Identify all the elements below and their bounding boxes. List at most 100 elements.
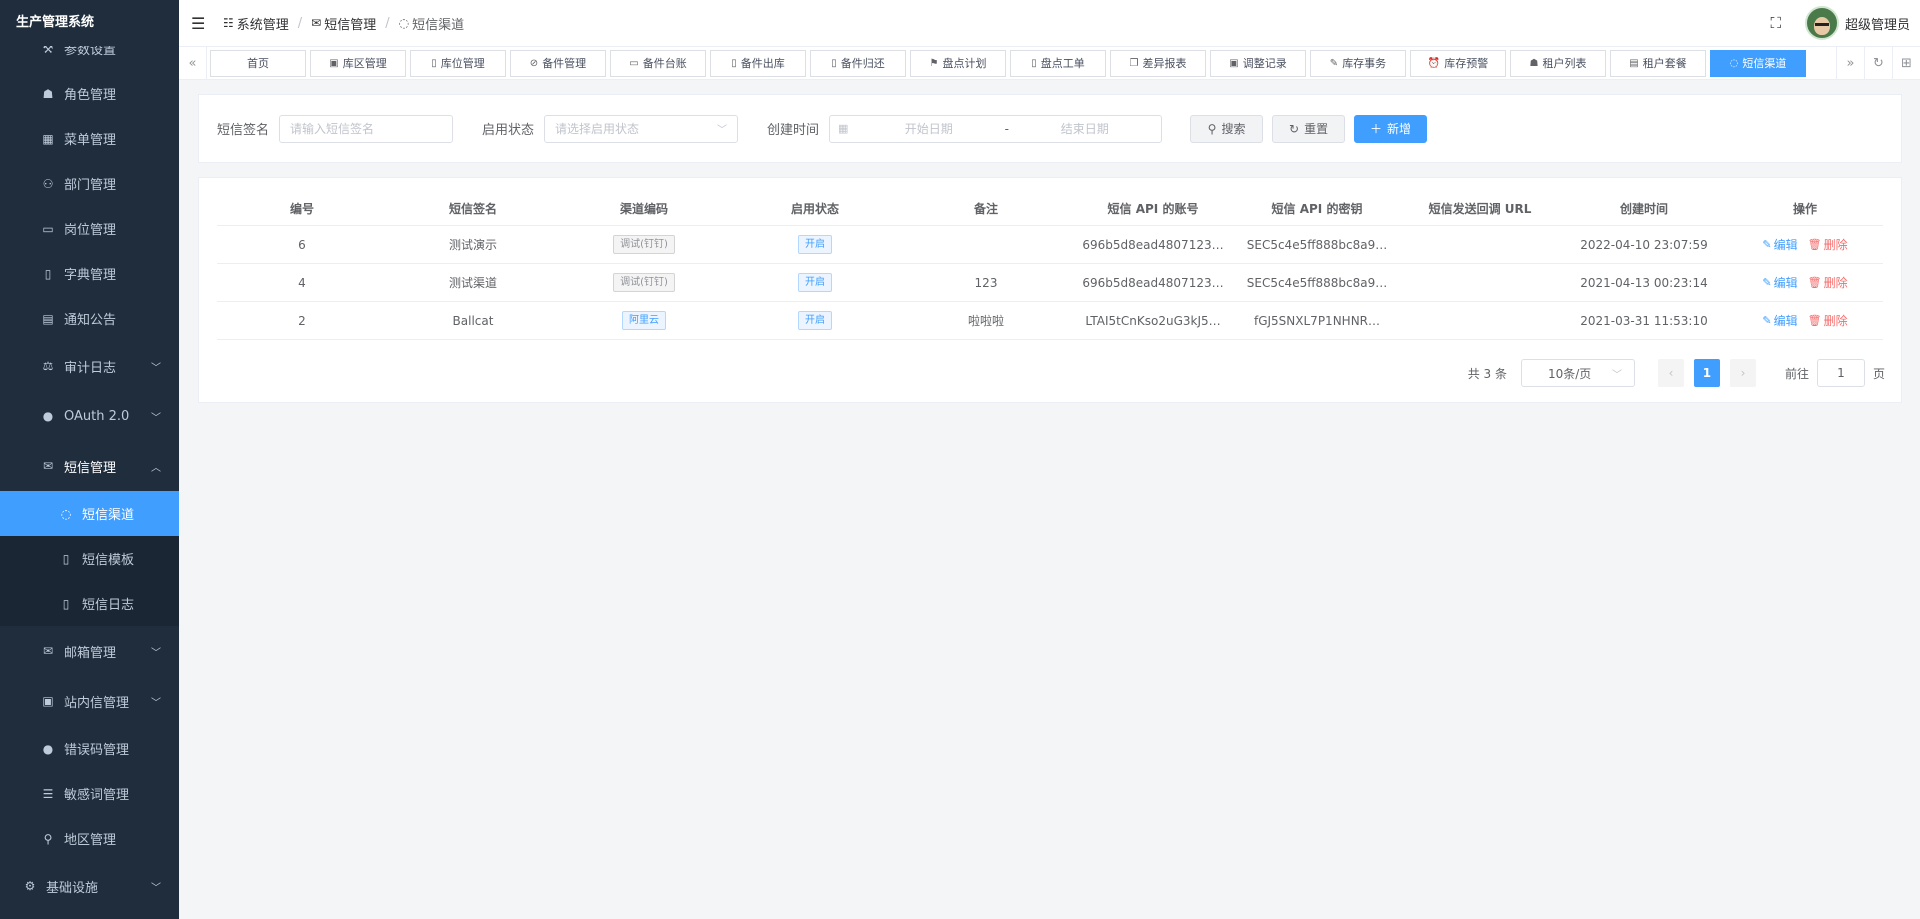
chevron-down-icon: ﹀ (1611, 369, 1622, 381)
tags-view: « 首页 ▣ 库区管理 ▯ 库位管理 ⊘ 备件管理 ▭ 备件台账 ▯ 备件出库 ▯ 备件归还… (179, 46, 1920, 80)
sidebar-item-post[interactable]: ▭ 岗位管理 (0, 206, 179, 251)
delete-button[interactable]: 🗑 删除 (1808, 274, 1848, 291)
column-header: 备注 (973, 202, 998, 216)
cell-secret: fGJ5SNXL7P1NHNR… (1253, 313, 1381, 328)
sidebar-item-area[interactable]: ⚲ 地区管理 (0, 816, 179, 861)
sidebar-item-sensitive[interactable]: ☰ 敏感词管理 (0, 771, 179, 816)
navbar: ☰ ☷ 系统管理 / ✉ 短信管理 / ◌ 短信渠道 ⛶ 超级管理员 (179, 0, 1920, 46)
breadcrumb-item[interactable]: ☷ 系统管理 (223, 14, 289, 33)
delete-button[interactable]: 🗑 删除 (1808, 236, 1848, 253)
edit-button[interactable]: ✎ 编辑 (1762, 236, 1797, 253)
sidebar-item-notice[interactable]: ▤ 通知公告 (0, 296, 179, 341)
tags-scroll-right-icon[interactable]: » (1836, 46, 1864, 80)
link-icon: ⊘ (529, 57, 539, 69)
tag-item[interactable]: ▯ 盘点工单 (1010, 49, 1106, 77)
envelope-icon: ✉ (42, 644, 54, 658)
list-icon: ☰ (42, 786, 54, 801)
sidebar-item-sms-template[interactable]: ▯ 短信模板 (0, 536, 179, 581)
hamburger-icon[interactable]: ☰ (191, 14, 211, 33)
breadcrumb: ☷ 系统管理 / ✉ 短信管理 / ◌ 短信渠道 (223, 14, 464, 33)
tag-active[interactable]: ◌ 短信渠道 (1710, 49, 1806, 77)
tag-home[interactable]: 首页 (210, 49, 306, 77)
column-header: 启用状态 (790, 202, 839, 216)
sidebar-item-audit[interactable]: ⚖ 审计日志 ﹀ (0, 341, 179, 391)
reset-button[interactable]: ↻ 重置 (1272, 114, 1346, 143)
cell-status: 开启 (729, 311, 901, 330)
sidebar-item-mail[interactable]: ✉ 邮箱管理 ﹀ (0, 626, 179, 676)
goto-page-input[interactable]: 1 (1816, 359, 1865, 387)
chat-icon: ◌ (1729, 57, 1739, 69)
tag-item[interactable]: ⏰ 库存预警 (1410, 49, 1506, 77)
sidebar-menu: ⚒ 参数设置 ☗ 角色管理 ▦ 菜单管理 ⚇ 部门管理 ▭ 岗位管理 ▯ 字典管理 ▤ 通知公… (0, 26, 179, 911)
table-header: 编号 短信签名 渠道编码 启用状态 备注 短信 API 的账号 短信 API 的… (217, 192, 1883, 226)
page-number-current[interactable]: 1 (1693, 359, 1720, 387)
cell-sign: Ballcat (452, 313, 494, 328)
tag-item[interactable]: ▯ 备件出库 (710, 49, 806, 77)
tag-item[interactable]: ✎ 库存事务 (1310, 49, 1406, 77)
tag-item[interactable]: ❐ 差异报表 (1110, 49, 1206, 77)
sign-input[interactable]: 请输入短信签名 (279, 114, 454, 143)
sidebar-item-notify[interactable]: ▣ 站内信管理 ﹀ (0, 676, 179, 726)
cell-id: 4 (298, 275, 306, 290)
column-header: 短信签名 (448, 202, 497, 216)
app-title[interactable]: 生产管理系统 (0, 0, 179, 46)
tag-item[interactable]: ▯ 备件归还 (810, 49, 906, 77)
cell-status: 开启 (729, 273, 901, 292)
date-range-picker[interactable]: ▦ 开始日期 - 结束日期 (829, 114, 1163, 143)
tag-item[interactable]: ▣ 调整记录 (1210, 49, 1306, 77)
cell-account: 696b5d8ead4807123… (1082, 237, 1224, 252)
sidebar-item-role[interactable]: ☗ 角色管理 (0, 71, 179, 116)
username[interactable]: 超级管理员 (1845, 14, 1910, 33)
tag-item[interactable]: ▯ 库位管理 (410, 49, 506, 77)
edit-icon: ✎ (1762, 276, 1772, 289)
refresh-icon[interactable]: ↻ (1864, 46, 1892, 80)
start-date-input[interactable]: 开始日期 (860, 120, 997, 137)
chevron-down-icon: ﹀ (151, 647, 161, 659)
next-page-button[interactable]: › (1729, 359, 1756, 387)
sidebar-item-infra[interactable]: ⚙ 基础设施 ﹀ (0, 861, 179, 911)
column-header: 短信发送回调 URL (1428, 202, 1532, 216)
sidebar: ⚒ 参数设置 ☗ 角色管理 ▦ 菜单管理 ⚇ 部门管理 ▭ 岗位管理 ▯ 字典管理 ▤ 通知公… (0, 0, 179, 919)
pagination-total: 共 3 条 (1467, 366, 1507, 381)
edit-button[interactable]: ✎ 编辑 (1762, 274, 1797, 291)
sidebar-item-sms-log[interactable]: ▯ 短信日志 (0, 581, 179, 626)
tag-item[interactable]: ▭ 备件台账 (610, 49, 706, 77)
edit-button[interactable]: ✎ 编辑 (1762, 312, 1797, 329)
tag-item[interactable]: ⊘ 备件管理 (510, 49, 606, 77)
sidebar-item-sms-channel[interactable]: ◌ 短信渠道 (0, 491, 179, 536)
delete-button[interactable]: 🗑 删除 (1808, 312, 1848, 329)
ledger-icon: ▭ (629, 57, 639, 69)
add-button[interactable]: ＋新增 (1354, 114, 1428, 143)
users-icon: ☗ (42, 86, 54, 101)
notice-icon: ▤ (42, 311, 54, 326)
sidebar-item-oauth[interactable]: ● OAuth 2.0 ﹀ (0, 391, 179, 441)
search-button[interactable]: ⚲ 搜索 (1190, 114, 1264, 143)
tag-item[interactable]: ⚑ 盘点计划 (910, 49, 1006, 77)
sidebar-item-errorcode[interactable]: ● 错误码管理 (0, 726, 179, 771)
cell-created: 2021-04-13 00:23:14 (1580, 275, 1708, 290)
cell-code: 阿里云 (559, 311, 729, 330)
sidebar-item-sms[interactable]: ✉ 短信管理 ︿ (0, 441, 179, 491)
idcard-icon: ▭ (42, 221, 54, 236)
cell-sign: 测试渠道 (448, 276, 497, 290)
end-date-input[interactable]: 结束日期 (1017, 120, 1154, 137)
column-header: 编号 (289, 202, 314, 216)
column-header: 操作 (1792, 202, 1817, 216)
page-size-select[interactable]: 10条/页 ﹀ (1520, 359, 1635, 387)
tag-item[interactable]: ▤ 租户套餐 (1610, 49, 1706, 77)
status-select[interactable]: 请选择启用状态 ﹀ (544, 114, 739, 143)
calendar-icon: ▦ (838, 122, 849, 135)
sidebar-item-dict[interactable]: ▯ 字典管理 (0, 251, 179, 296)
prev-page-button[interactable]: ‹ (1657, 359, 1684, 387)
sidebar-item-menu[interactable]: ▦ 菜单管理 (0, 116, 179, 161)
fullscreen-icon[interactable]: ⛶ (1770, 14, 1781, 32)
tag-item[interactable]: ☗ 租户列表 (1510, 49, 1606, 77)
tags-scroll-left-icon[interactable]: « (179, 46, 207, 80)
avatar[interactable] (1804, 6, 1839, 40)
tags-actions: » ↻ ⊞ (1836, 46, 1920, 80)
tag-item[interactable]: ▣ 库区管理 (310, 49, 406, 77)
breadcrumb-item[interactable]: ✉ 短信管理 (311, 14, 376, 33)
cell-secret: SEC5c4e5ff888bc8a9… (1246, 275, 1388, 290)
sidebar-item-dept[interactable]: ⚇ 部门管理 (0, 161, 179, 206)
tags-menu-icon[interactable]: ⊞ (1892, 46, 1920, 80)
